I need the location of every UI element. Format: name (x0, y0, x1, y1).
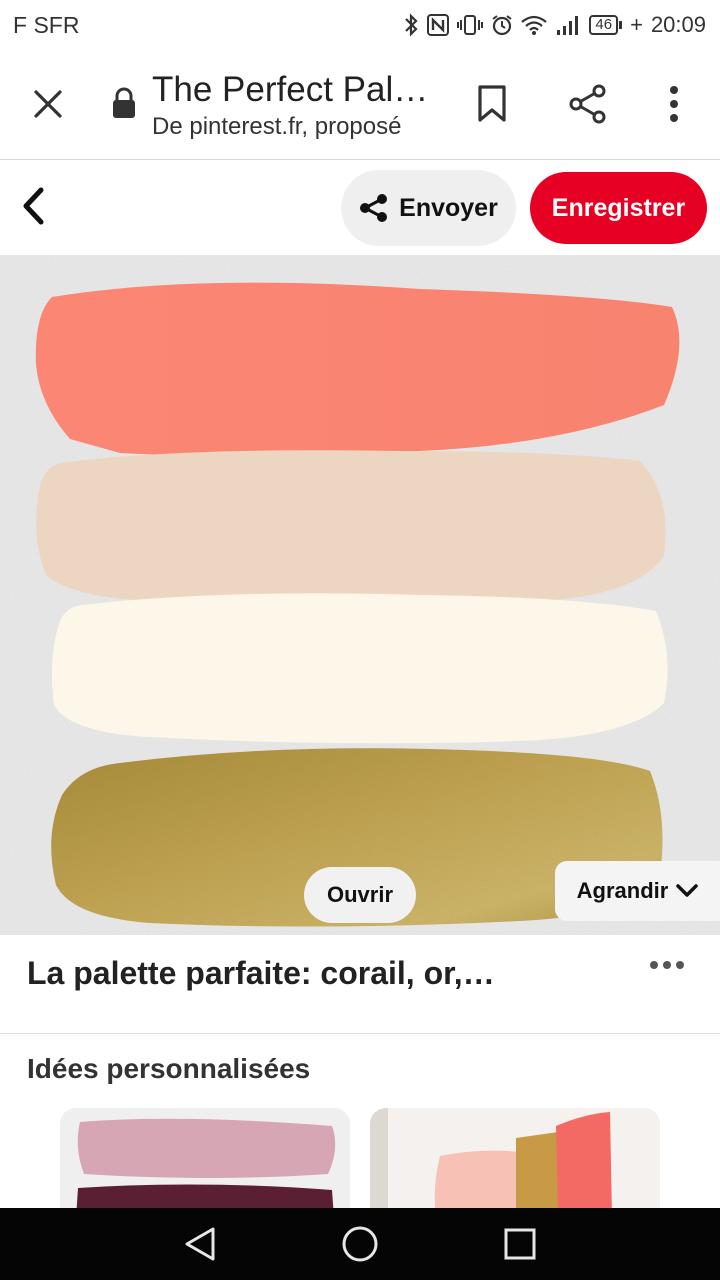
vibrate-icon (457, 12, 484, 38)
bookmark-icon (478, 85, 506, 122)
chevron-left-icon (23, 187, 44, 225)
status-icons: 46 + 20:09 (403, 10, 706, 40)
close-button[interactable] (26, 82, 70, 126)
clock: 20:09 (650, 12, 706, 37)
carrier-name: F SFR (13, 12, 80, 38)
android-nav-bar (0, 1208, 720, 1280)
status-bar: F SFR 46 + 20:09 (0, 0, 720, 50)
horizontal-dots-icon (650, 961, 684, 969)
chevron-down-icon (676, 884, 699, 897)
share-icon (360, 194, 388, 222)
custom-tab-header: The Perfect Pal… De pinterest.fr, propos… (0, 50, 720, 160)
bookmark-button[interactable] (470, 80, 514, 128)
save-button[interactable]: Enregistrer (530, 172, 707, 244)
open-button[interactable]: Ouvrir (304, 867, 416, 923)
send-label: Envoyer (399, 193, 498, 222)
back-button[interactable] (10, 181, 56, 231)
pin-more-button[interactable] (644, 950, 690, 980)
expand-button[interactable]: Agrandir (555, 861, 720, 921)
pin-title: La palette parfaite: corail, or,… (27, 955, 495, 991)
nav-recents-button[interactable] (500, 1224, 540, 1264)
tab-title: The Perfect Pal… (152, 70, 429, 109)
nav-back-button[interactable] (180, 1224, 220, 1264)
nfc-icon (427, 12, 450, 38)
beige-swatch (36, 450, 666, 606)
battery-level: 46 (589, 15, 619, 35)
expand-label: Agrandir (576, 878, 669, 903)
signal-icon (555, 12, 581, 38)
share-icon (569, 84, 606, 124)
cream-swatch (52, 593, 668, 744)
idea-card[interactable] (370, 1108, 660, 1218)
triangle-back-icon (185, 1227, 215, 1261)
section-divider (0, 1033, 720, 1034)
wifi-icon (521, 12, 548, 38)
idea-card[interactable] (60, 1108, 350, 1218)
charging-indicator: + (630, 12, 643, 37)
vertical-dots-icon (670, 86, 678, 122)
nav-home-button[interactable] (340, 1224, 380, 1264)
idea-thumbnail (370, 1108, 660, 1218)
share-button[interactable] (566, 80, 610, 128)
square-recents-icon (504, 1228, 536, 1260)
pin-image[interactable]: Ouvrir Agrandir (0, 255, 720, 935)
circle-home-icon (342, 1226, 378, 1262)
lock-icon (110, 86, 138, 120)
more-options-button[interactable] (654, 80, 694, 128)
alarm-icon (491, 12, 513, 38)
close-icon (34, 90, 62, 118)
ideas-heading: Idées personnalisées (27, 1053, 311, 1084)
paint-swatches-image (0, 255, 720, 935)
battery-icon: 46 (589, 12, 623, 38)
send-button[interactable]: Envoyer (341, 170, 516, 246)
idea-thumbnail (60, 1108, 350, 1218)
pin-action-bar: Envoyer Enregistrer (0, 161, 720, 255)
tab-subtitle: De pinterest.fr, proposé (152, 113, 402, 140)
bluetooth-icon (403, 12, 419, 38)
